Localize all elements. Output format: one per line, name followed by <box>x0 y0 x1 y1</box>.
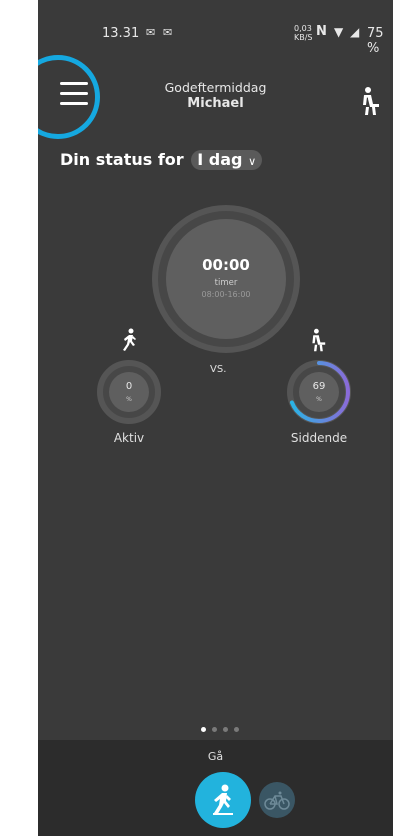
active-value: 0 <box>125 381 133 392</box>
page-indicator <box>201 717 245 736</box>
status-prefix: Din status for <box>60 150 184 169</box>
user-name: Michael <box>187 96 244 111</box>
battery-level: 75 % <box>367 26 384 56</box>
bike-mode-button[interactable] <box>259 782 295 818</box>
sitting-gauge <box>287 360 351 424</box>
walk-mode-button[interactable] <box>195 772 251 828</box>
bicycle-icon <box>264 791 290 810</box>
nfc-icon: N <box>316 24 327 39</box>
sitting-label: Siddende <box>290 431 348 445</box>
timer-range: 08:00-16:00 <box>201 290 251 299</box>
active-gauge <box>97 360 161 424</box>
active-unit: % <box>126 396 132 403</box>
period-value: I dag <box>197 150 243 169</box>
wifi-icon: ▼ <box>334 25 344 39</box>
page-dot[interactable] <box>223 727 228 732</box>
mode-label: Gå <box>207 750 224 763</box>
status-period-row: Din status for I dag ∨ <box>60 150 263 170</box>
timer-unit: timer <box>214 278 238 288</box>
status-time: 13.31 <box>102 26 140 41</box>
message-notification-icon: ✉ <box>163 26 172 39</box>
walking-person-icon <box>123 328 136 351</box>
active-label: Aktiv <box>113 431 145 445</box>
greeting-text: Godeftermiddag <box>164 80 267 95</box>
message-notification-icon: ✉ <box>146 26 155 39</box>
walking-person-icon <box>213 784 233 815</box>
page-dot[interactable] <box>234 727 239 732</box>
page-dot[interactable] <box>212 727 217 732</box>
status-bar: 13.31 ✉ ✉ 0,03 KB/S N ▼ ◢ 75 % <box>38 0 393 70</box>
sitting-person-icon <box>312 328 326 352</box>
timer-value: 00:00 <box>202 256 250 274</box>
chevron-down-icon: ∨ <box>248 155 257 168</box>
vs-label: VS. <box>210 364 227 375</box>
sitting-value: 69 <box>312 381 326 392</box>
signal-icon: ◢ <box>350 25 360 39</box>
app-screen: 13.31 ✉ ✉ 0,03 KB/S N ▼ ◢ 75 % Godeftermi… <box>38 0 393 836</box>
page-dot[interactable] <box>201 727 206 732</box>
sitting-person-icon[interactable] <box>358 86 382 116</box>
period-dropdown[interactable]: I dag ∨ <box>191 150 263 170</box>
sitting-unit: % <box>316 396 322 403</box>
data-rate-indicator: 0,03 KB/S <box>294 24 313 42</box>
